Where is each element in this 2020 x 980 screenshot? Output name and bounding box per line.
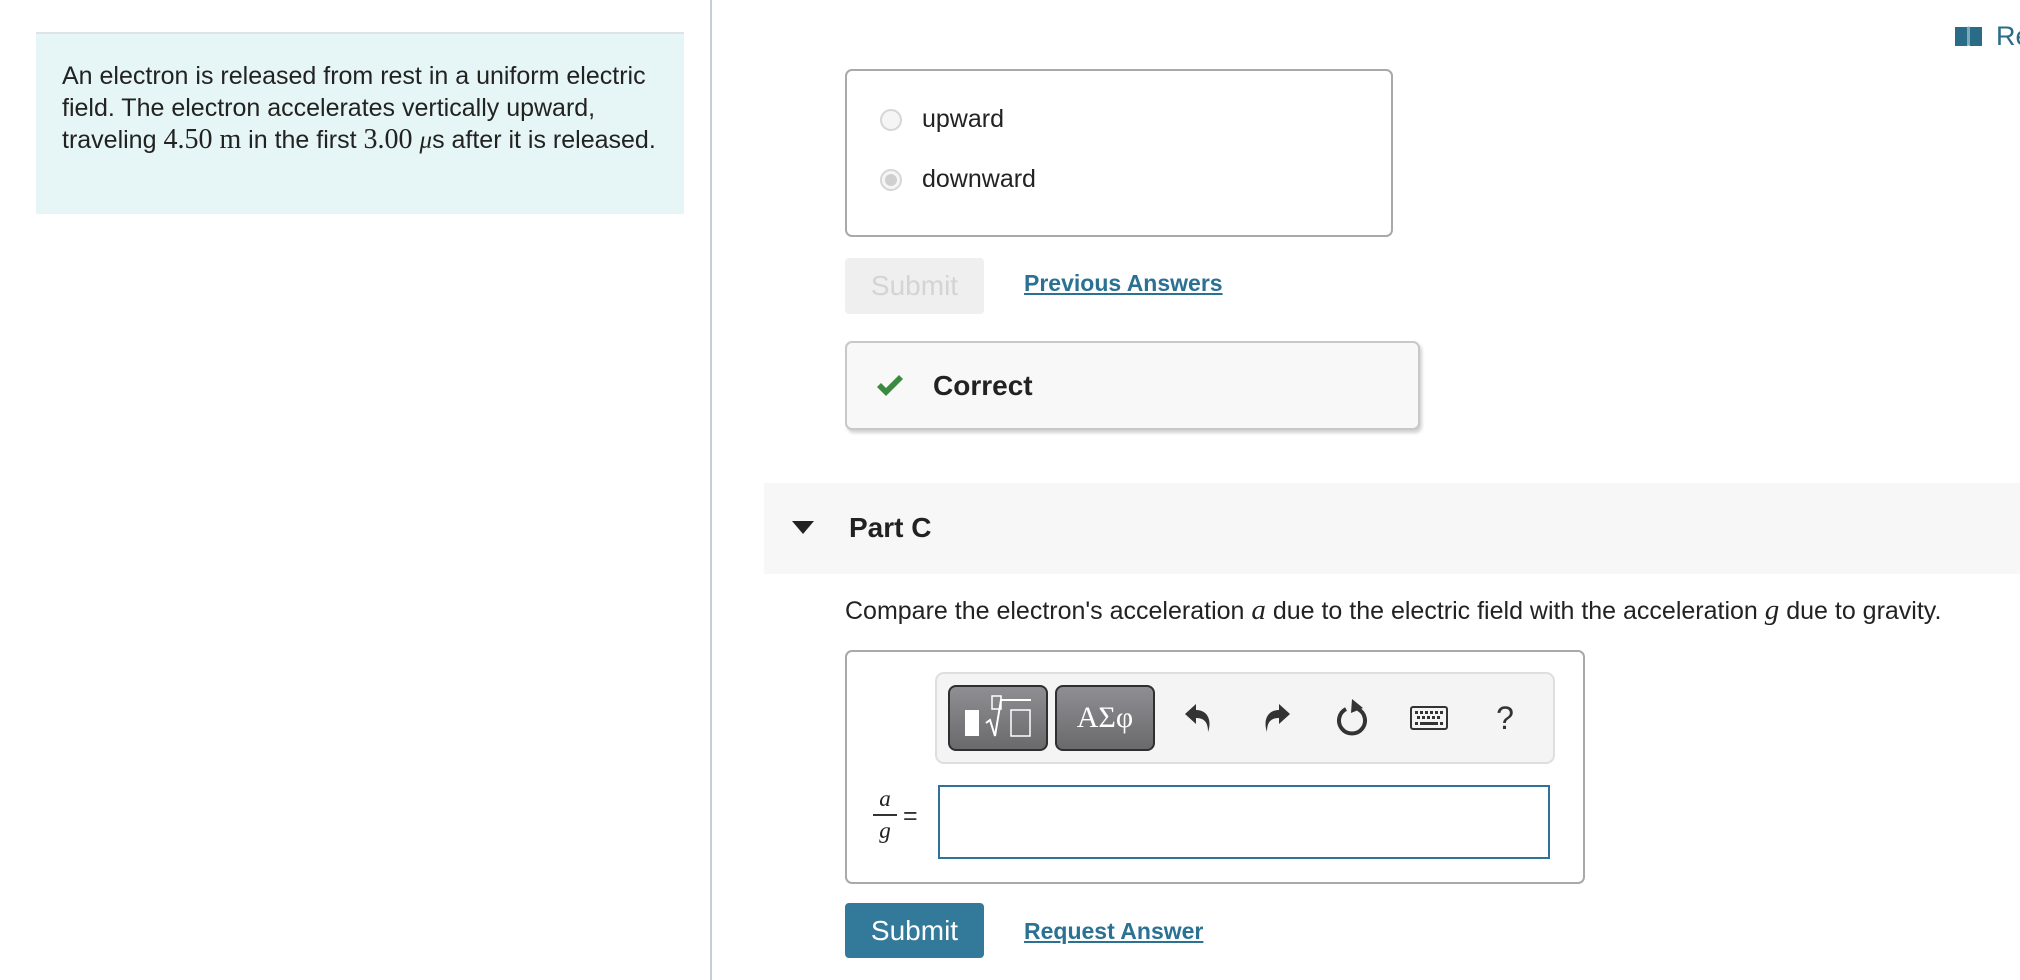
math-expression: 4.50 m <box>163 124 242 155</box>
redo-icon <box>1265 704 1290 732</box>
submit-button-disabled[interactable]: Submit <box>845 258 984 314</box>
keyboard-button[interactable] <box>1407 696 1451 740</box>
math-expression: a <box>1251 594 1266 626</box>
reset-icon <box>1337 699 1367 736</box>
problem-statement: An electron is released from rest in a u… <box>36 32 684 214</box>
answer-input[interactable] <box>938 785 1550 859</box>
fraction-bar <box>873 814 897 816</box>
submit-button[interactable]: Submit <box>845 903 984 958</box>
text-run: in the first <box>241 126 364 154</box>
chevron-down-icon[interactable] <box>792 521 814 535</box>
fraction-denominator: g <box>879 818 891 843</box>
feedback-correct: Correct <box>845 341 1420 430</box>
pane-divider[interactable] <box>710 0 712 980</box>
math-expression: g <box>1764 594 1780 626</box>
request-answer-link[interactable]: Request Answer <box>1024 918 1203 945</box>
equals-sign: = <box>903 802 918 830</box>
text-run: s after it is released. <box>432 126 656 154</box>
answer-variable-label: a g <box>871 786 899 844</box>
checkmark-icon <box>877 374 903 396</box>
option-downward[interactable]: downward <box>880 165 1036 194</box>
part-c-title: Part C <box>849 512 932 543</box>
option-upward[interactable]: upward <box>880 105 1004 134</box>
text-run: Compare the electron's acceleration <box>845 597 1252 625</box>
option-label: downward <box>922 165 1036 193</box>
resources-link[interactable]: Re <box>1954 18 2020 54</box>
symbols-button[interactable]: ΑΣφ <box>1055 685 1155 751</box>
feedback-label: Correct <box>933 369 1033 401</box>
reset-button[interactable] <box>1331 696 1375 740</box>
templates-button[interactable] <box>948 685 1048 751</box>
radio-upward[interactable] <box>880 108 902 131</box>
templates-icon <box>965 695 1031 737</box>
answer-area: ΑΣφ ? a g = <box>845 650 1585 884</box>
math-expression: 3.00 <box>363 124 420 155</box>
undo-icon <box>1185 704 1210 732</box>
part-c-header[interactable]: Part C <box>764 483 2020 574</box>
resources-label: Re <box>1996 20 2020 51</box>
help-button[interactable]: ? <box>1483 696 1527 740</box>
math-expression: μ <box>419 127 433 154</box>
text-run: due to gravity. <box>1779 597 1942 625</box>
undo-button[interactable] <box>1177 696 1221 740</box>
part-c-question: Compare the electron's acceleration a du… <box>845 594 1941 627</box>
option-label: upward <box>922 105 1004 133</box>
math-toolbar: ΑΣφ ? <box>935 672 1555 764</box>
previous-answers-link[interactable]: Previous Answers <box>1024 270 1223 297</box>
keyboard-icon <box>1410 706 1448 730</box>
redo-button[interactable] <box>1254 696 1298 740</box>
book-icon <box>1955 26 1982 46</box>
problem-text: An electron is released from rest in a u… <box>62 60 662 157</box>
fraction-numerator: a <box>879 786 891 811</box>
text-run: due to the electric field with the accel… <box>1265 597 1765 625</box>
radio-downward[interactable] <box>880 168 902 191</box>
answer-options: upward downward <box>845 69 1393 237</box>
